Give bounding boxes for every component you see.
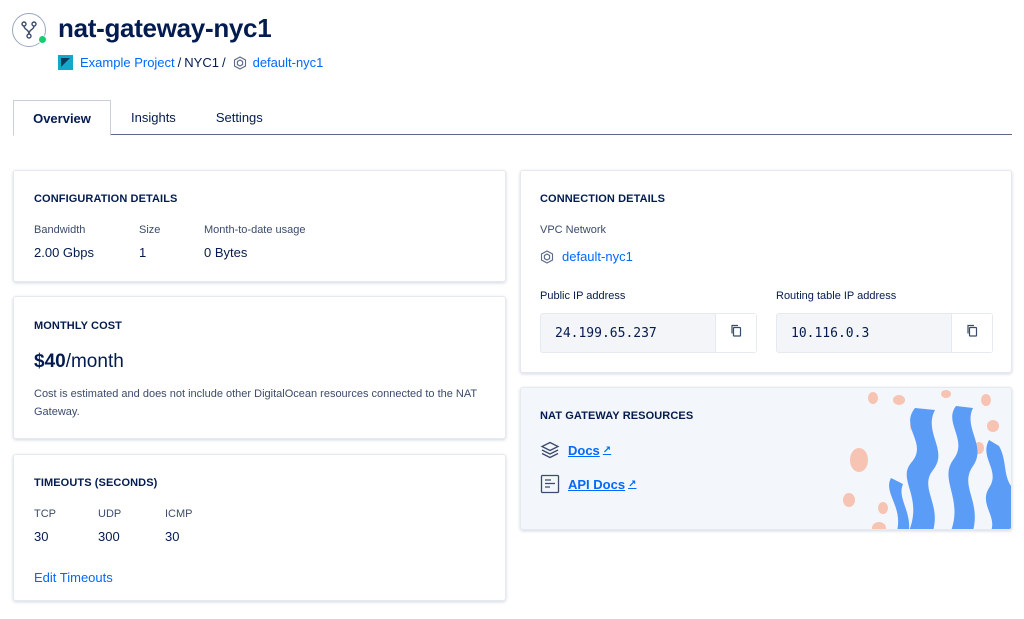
- tab-overview[interactable]: Overview: [13, 100, 111, 136]
- project-icon: [58, 55, 73, 70]
- tab-bar: Overview Insights Settings: [13, 100, 1012, 136]
- usage-label: Month-to-date usage: [204, 224, 306, 236]
- api-docs-link[interactable]: API Docs ↗: [540, 474, 636, 494]
- monthly-cost-value: $40/month: [34, 351, 124, 373]
- layers-icon: [540, 441, 560, 459]
- card-title: NAT GATEWAY RESOURCES: [540, 410, 694, 422]
- public-ip-field: 24.199.65.237: [540, 313, 757, 353]
- breadcrumb-vpc-link[interactable]: default-nyc1: [253, 55, 324, 70]
- size-value: 1: [139, 245, 147, 260]
- docs-link[interactable]: Docs ↗: [540, 441, 611, 459]
- usage-value: 0 Bytes: [204, 245, 248, 260]
- cost-note: Cost is estimated and does not include o…: [34, 388, 477, 418]
- document-icon: [540, 474, 560, 494]
- public-ip-value[interactable]: 24.199.65.237: [541, 314, 715, 352]
- bandwidth-label: Bandwidth: [34, 224, 86, 236]
- connection-details-card: CONNECTION DETAILS VPC Network default-n…: [520, 170, 1012, 373]
- udp-value: 300: [98, 529, 120, 544]
- size-label: Size: [139, 224, 161, 236]
- vpc-network-icon: [540, 249, 554, 264]
- status-indicator: [38, 35, 47, 44]
- copy-routing-ip-button[interactable]: [951, 314, 992, 352]
- page-title: nat-gateway-nyc1: [58, 13, 272, 43]
- copy-icon: [730, 324, 742, 342]
- public-ip-label: Public IP address: [540, 290, 626, 302]
- nat-gateway-icon: [12, 13, 47, 47]
- cost-period: /month: [65, 351, 124, 372]
- icmp-value: 30: [165, 529, 180, 544]
- routing-ip-label: Routing table IP address: [776, 290, 897, 302]
- decorative-illustration: [843, 390, 1011, 529]
- copy-public-ip-button[interactable]: [715, 314, 756, 352]
- routing-ip-value[interactable]: 10.116.0.3: [777, 314, 951, 352]
- breadcrumb-separator: /: [177, 55, 182, 70]
- breadcrumb-project-link[interactable]: Example Project: [80, 55, 175, 70]
- vpc-network-link[interactable]: default-nyc1: [562, 249, 633, 264]
- tab-settings[interactable]: Settings: [196, 100, 283, 135]
- vpc-network-icon: [233, 55, 247, 70]
- api-docs-link-label: API Docs: [568, 476, 626, 492]
- routing-ip-field: 10.116.0.3: [776, 313, 993, 353]
- card-title: CONFIGURATION DETAILS: [34, 193, 178, 205]
- udp-label: UDP: [98, 508, 122, 520]
- vpc-network-label: VPC Network: [540, 224, 607, 236]
- configuration-details-card: CONFIGURATION DETAILS Bandwidth 2.00 Gbp…: [13, 170, 506, 282]
- nat-gateway-resources-card: NAT GATEWAY RESOURCES Docs ↗ API Docs ↗: [520, 387, 1012, 530]
- timeouts-card: TIMEOUTS (SECONDS) TCP 30 UDP 300 ICMP 3…: [13, 454, 506, 601]
- breadcrumb-region: NYC1: [184, 55, 219, 70]
- breadcrumb-separator: /: [221, 55, 226, 70]
- tcp-value: 30: [34, 529, 49, 544]
- external-link-icon: ↗: [628, 478, 637, 490]
- monthly-cost-card: MONTHLY COST $40/month Cost is estimated…: [13, 296, 506, 439]
- card-title: MONTHLY COST: [34, 320, 122, 332]
- vpc-network-row: default-nyc1: [540, 249, 633, 264]
- bandwidth-value: 2.00 Gbps: [34, 245, 94, 260]
- copy-icon: [966, 324, 978, 342]
- icmp-label: ICMP: [165, 508, 193, 520]
- external-link-icon: ↗: [602, 444, 612, 456]
- edit-timeouts-link[interactable]: Edit Timeouts: [34, 570, 113, 585]
- tab-insights[interactable]: Insights: [111, 100, 196, 135]
- docs-link-label: Docs: [568, 442, 600, 458]
- breadcrumb: Example Project / NYC1 / default-nyc1: [58, 55, 323, 70]
- tcp-label: TCP: [34, 508, 56, 520]
- card-title: CONNECTION DETAILS: [540, 193, 666, 205]
- card-title: TIMEOUTS (SECONDS): [34, 477, 158, 489]
- cost-amount: $40: [34, 351, 66, 372]
